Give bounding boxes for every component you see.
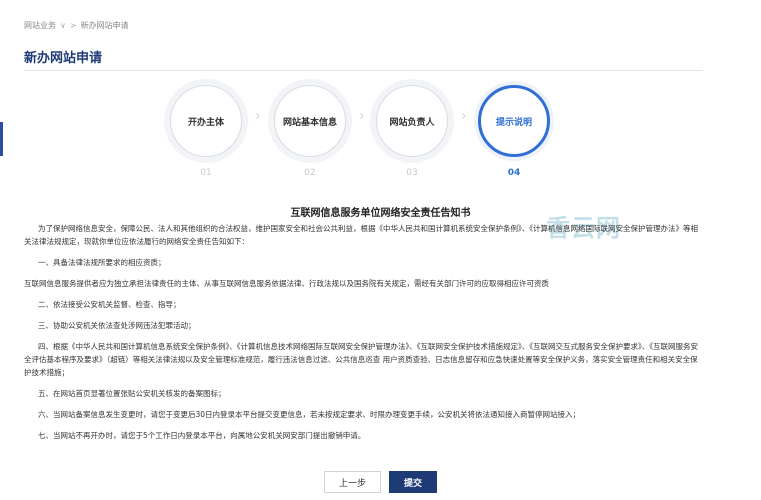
notice-title: 互联网信息服务单位网络安全责任告知书 bbox=[290, 208, 471, 219]
step-2-number: 02 bbox=[304, 168, 316, 178]
step-1-label: 开办主体 bbox=[170, 85, 242, 157]
sidebar-active-marker bbox=[0, 122, 3, 156]
notice-paragraph: 一、具备法律法规所要求的相应资质； bbox=[38, 258, 166, 267]
notice-paragraph: 六、当网站备案信息发生变更时，请您于变更后30日内登录本平台提交变更信息，若未按… bbox=[38, 410, 581, 419]
step-4-label: 提示说明 bbox=[478, 85, 550, 157]
step-1[interactable]: 开办主体 01 bbox=[170, 80, 242, 178]
notice-paragraph: 三、协助公安机关依法查处涉网违法犯罪活动； bbox=[38, 321, 196, 330]
chevron-right-icon: › bbox=[255, 108, 261, 124]
step-4[interactable]: 提示说明 04 bbox=[478, 80, 550, 178]
step-2-label: 网站基本信息 bbox=[274, 85, 346, 157]
form-actions: 上一步 提交 bbox=[0, 471, 761, 493]
step-3[interactable]: 网站负责人 03 bbox=[376, 80, 448, 178]
notice-paragraph: 七、当网站不再开办时，请您于5个工作日内登录本平台，向属地公安机关网安部门提出撤… bbox=[38, 431, 366, 440]
step-3-number: 03 bbox=[406, 168, 418, 178]
step-progress: 开办主体 01 › 网站基本信息 02 › 网站负责人 03 › 提示说明 04 bbox=[170, 80, 560, 178]
notice-body: 为了保护网络信息安全，保障公民、法人和其他组织的合法权益，维护国家安全和社会公共… bbox=[24, 222, 704, 450]
notice-paragraph: 为了保护网络信息安全，保障公民、法人和其他组织的合法权益，维护国家安全和社会公共… bbox=[24, 224, 698, 246]
step-1-number: 01 bbox=[200, 168, 212, 178]
submit-button[interactable]: 提交 bbox=[389, 471, 438, 493]
chevron-right-icon: › bbox=[461, 108, 467, 124]
breadcrumb-root[interactable]: 网站业务 bbox=[24, 20, 56, 31]
step-3-label: 网站负责人 bbox=[376, 85, 448, 157]
notice-paragraph: 四、根据《中华人民共和国计算机信息系统安全保护条例》、《计算机信息技术网络国际互… bbox=[24, 342, 698, 377]
step-2[interactable]: 网站基本信息 02 bbox=[274, 80, 346, 178]
chevron-down-icon[interactable]: ∨ bbox=[60, 21, 66, 30]
divider bbox=[24, 70, 703, 71]
notice-paragraph: 二、依法接受公安机关监督、检查、指导； bbox=[38, 300, 181, 309]
breadcrumb: 网站业务 ∨ > 新办网站申请 bbox=[24, 20, 129, 31]
breadcrumb-separator-icon: > bbox=[69, 21, 77, 30]
page-title: 新办网站申请 bbox=[24, 51, 103, 66]
prev-step-button[interactable]: 上一步 bbox=[323, 471, 381, 493]
notice-paragraph: 互联网信息服务提供者应为独立承担法律责任的主体、从事互联网信息服务依据法律、行政… bbox=[24, 279, 549, 288]
step-4-number: 04 bbox=[507, 168, 521, 178]
notice-paragraph: 五、在网站首页显著位置张贴公安机关核发的备案图标； bbox=[38, 389, 226, 398]
breadcrumb-current: 新办网站申请 bbox=[80, 21, 129, 30]
chevron-right-icon: › bbox=[359, 108, 365, 124]
